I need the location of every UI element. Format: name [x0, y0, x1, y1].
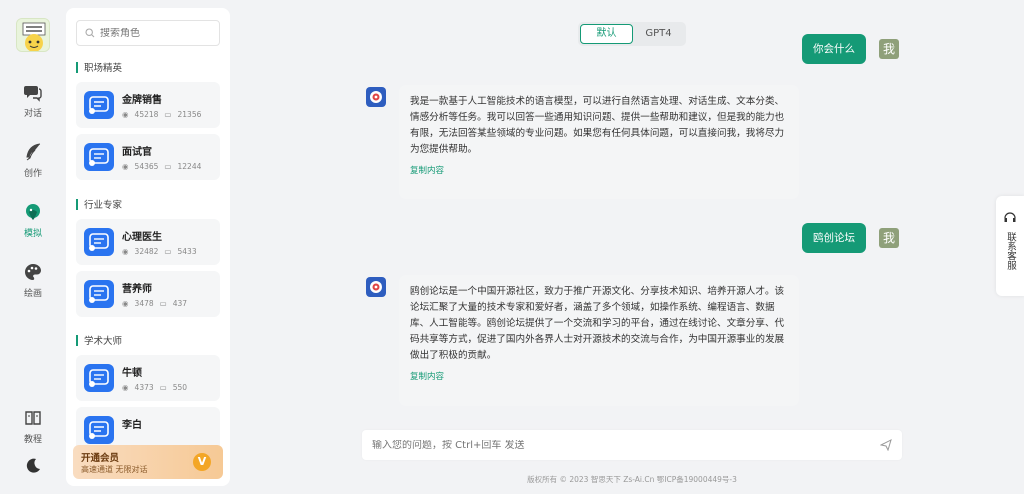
role-icon [26, 204, 40, 220]
copy-button[interactable]: 复制内容 [410, 370, 789, 382]
bot-avatar-icon [366, 87, 386, 107]
user-message: 你会什么 [802, 34, 866, 64]
role-search[interactable] [76, 20, 220, 46]
tab-gpt4[interactable]: GPT4 [633, 24, 684, 44]
section-title: 学术大师 [76, 333, 122, 347]
rail-item-paint[interactable]: 绘画 [0, 262, 66, 299]
vip-subtitle: 高速通道 无限对话 [81, 465, 148, 474]
chat-count: 12244 [177, 162, 202, 171]
role-avatar-icon [84, 364, 114, 392]
search-icon [85, 28, 95, 38]
message-icon: ▭ [164, 162, 172, 171]
bot-message: 鸥创论坛是一个中国开源社区，致力于推广开源文化、分享技术知识、培养开源人才。该论… [399, 275, 799, 406]
role-name: 面试官 [122, 147, 152, 158]
search-input[interactable] [100, 27, 210, 39]
bot-avatar-icon [366, 277, 386, 297]
section-title: 职场精英 [76, 60, 122, 74]
role-card[interactable]: 金牌销售 ◉ 45218 ▭ 21356 [76, 82, 220, 128]
role-avatar-icon [84, 143, 114, 171]
message-icon: ▭ [159, 299, 167, 308]
role-name: 心理医生 [122, 232, 162, 243]
vip-upgrade-button[interactable]: 开通会员 高速通道 无限对话 V [73, 445, 223, 479]
section-title: 行业专家 [76, 197, 122, 211]
chat-count: 5433 [177, 247, 197, 256]
role-name: 牛顿 [122, 368, 142, 379]
role-avatar-icon [84, 280, 114, 308]
copyright-footer: 版权所有 © 2023 智思天下 Zs-Ai.Cn 鄂ICP备19000449号… [527, 475, 737, 484]
customer-service-button[interactable]: 联系客服 [996, 196, 1024, 296]
customer-service-label: 联系客服 [1005, 232, 1016, 270]
vip-badge-icon: V [193, 453, 211, 471]
eye-icon: ◉ [122, 247, 129, 256]
model-switch: 默认 GPT4 [578, 22, 686, 46]
theme-toggle[interactable] [0, 456, 66, 476]
user-message-avatar: 我 [879, 228, 899, 248]
chat-count: 437 [172, 299, 188, 308]
chat-icon [24, 86, 42, 102]
role-name: 李白 [122, 420, 142, 431]
rail-label: 对话 [23, 109, 42, 119]
role-stats: ◉ 4373 ▭ 550 [122, 383, 193, 392]
rail-label: 模拟 [23, 229, 42, 239]
user-message-avatar: 我 [879, 39, 899, 59]
eye-icon: ◉ [122, 110, 129, 119]
role-panel: 职场精英 金牌销售 ◉ 45218 ▭ 21356 面试官 ◉ 54365 ▭ 1224… [66, 8, 230, 486]
copy-button[interactable]: 复制内容 [410, 164, 789, 176]
role-card[interactable]: 心理医生 ◉ 32482 ▭ 5433 [76, 219, 220, 265]
role-card[interactable]: 营养师 ◉ 3478 ▭ 437 [76, 271, 220, 317]
rail-item-simulate[interactable]: 模拟 [0, 202, 66, 239]
bot-message-text: 我是一款基于人工智能技术的语言模型，可以进行自然语言处理、对话生成、文本分类、情… [410, 96, 785, 155]
role-stats: ◉ 45218 ▭ 21356 [122, 110, 207, 119]
view-count: 4373 [134, 383, 154, 392]
left-rail: 对话 创作 模拟 绘画 教程 [0, 0, 66, 494]
chat-input-bar [362, 430, 902, 460]
rail-item-tutorial[interactable]: 教程 [0, 408, 66, 445]
rail-label: 绘画 [23, 289, 42, 299]
chat-input[interactable] [372, 439, 880, 451]
chat-count: 21356 [177, 110, 202, 119]
role-name: 金牌销售 [122, 95, 162, 106]
palette-icon [25, 264, 41, 280]
role-stats: ◉ 32482 ▭ 5433 [122, 247, 203, 256]
rail-item-chat[interactable]: 对话 [0, 82, 66, 119]
role-avatar-icon [84, 91, 114, 119]
tab-default[interactable]: 默认 [580, 24, 633, 44]
rail-label: 教程 [23, 435, 42, 445]
eye-icon: ◉ [122, 162, 129, 171]
role-card[interactable]: 面试官 ◉ 54365 ▭ 12244 [76, 134, 220, 180]
send-icon[interactable] [880, 439, 892, 451]
book-icon [25, 411, 41, 425]
vip-title: 开通会员 [81, 453, 120, 464]
role-stats: ◉ 54365 ▭ 12244 [122, 162, 207, 171]
message-icon: ▭ [164, 110, 172, 119]
role-card[interactable]: 牛顿 ◉ 4373 ▭ 550 [76, 355, 220, 401]
rail-item-create[interactable]: 创作 [0, 142, 66, 179]
eye-icon: ◉ [122, 299, 129, 308]
bot-message-text: 鸥创论坛是一个中国开源社区，致力于推广开源文化、分享技术知识、培养开源人才。该论… [410, 286, 785, 361]
headset-icon [1004, 212, 1016, 222]
message-icon: ▭ [164, 247, 172, 256]
role-name: 营养师 [122, 284, 152, 295]
chat-count: 550 [172, 383, 188, 392]
role-avatar-icon [84, 416, 114, 444]
view-count: 32482 [134, 247, 159, 256]
eye-icon: ◉ [122, 383, 129, 392]
rail-label: 创作 [23, 169, 42, 179]
view-count: 45218 [134, 110, 159, 119]
bot-message: 我是一款基于人工智能技术的语言模型，可以进行自然语言处理、对话生成、文本分类、情… [399, 85, 799, 199]
view-count: 3478 [134, 299, 154, 308]
message-icon: ▭ [159, 383, 167, 392]
moon-icon [26, 458, 40, 473]
role-stats: ◉ 3478 ▭ 437 [122, 299, 193, 308]
user-avatar[interactable] [16, 18, 50, 52]
role-avatar-icon [84, 228, 114, 256]
user-message: 鸥创论坛 [802, 223, 866, 253]
view-count: 54365 [134, 162, 159, 171]
feather-icon [26, 143, 41, 161]
